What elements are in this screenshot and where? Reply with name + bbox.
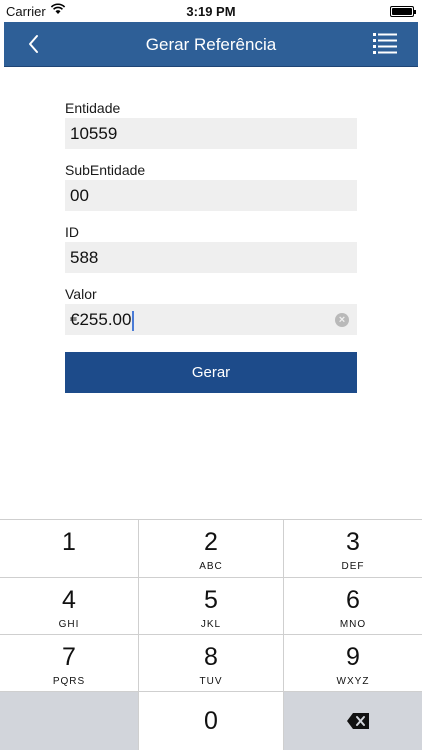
key-letters: PQRS — [52, 676, 86, 687]
entidade-label: Entidade — [65, 100, 121, 116]
subentidade-label: SubEntidade — [65, 162, 146, 178]
key-4[interactable]: 4 GHI — [0, 578, 139, 635]
key-digit: 1 — [62, 528, 76, 556]
text-cursor — [132, 310, 135, 331]
key-digit: 8 — [204, 643, 218, 671]
key-digit: 7 — [62, 643, 76, 671]
valor-value: €255.00 — [70, 310, 132, 329]
key-1[interactable]: 1 — [0, 520, 139, 578]
key-0[interactable]: 0 — [139, 692, 284, 750]
valor-label: Valor — [65, 286, 97, 302]
status-bar: Carrier 3:19 PM — [0, 0, 422, 22]
key-letters: ABC — [199, 561, 223, 572]
reference-form: Entidade 10559 SubEntidade 00 ID 588 Val… — [65, 98, 357, 346]
entidade-value: 10559 — [70, 124, 118, 143]
key-letters: GHI — [58, 619, 80, 630]
key-digit: 9 — [346, 643, 360, 671]
key-digit: 3 — [346, 528, 360, 556]
list-menu-icon — [373, 33, 397, 54]
key-7[interactable]: 7 PQRS — [0, 635, 139, 692]
id-label: ID — [65, 224, 79, 240]
navigation-bar: Gerar Referência — [4, 22, 418, 66]
subentidade-value: 00 — [70, 186, 89, 205]
key-letters: TUV — [199, 676, 223, 687]
entidade-input[interactable]: 10559 — [65, 118, 357, 149]
id-value: 588 — [70, 248, 99, 267]
battery-icon — [390, 6, 416, 17]
key-5[interactable]: 5 JKL — [139, 578, 284, 635]
key-3[interactable]: 3 DEF — [284, 520, 422, 578]
key-letters: DEF — [341, 561, 365, 572]
delete-key[interactable] — [284, 692, 422, 750]
key-letters: MNO — [339, 619, 367, 630]
key-8[interactable]: 8 TUV — [139, 635, 284, 692]
key-digit: 5 — [204, 586, 218, 614]
key-digit: 0 — [204, 707, 218, 735]
id-input[interactable]: 588 — [65, 242, 357, 273]
clear-icon[interactable]: × — [335, 313, 349, 327]
key-blank — [0, 692, 139, 750]
key-digit: 4 — [62, 586, 76, 614]
subentidade-input[interactable]: 00 — [65, 180, 357, 211]
gerar-button[interactable]: Gerar — [65, 352, 357, 393]
key-2[interactable]: 2 ABC — [139, 520, 284, 578]
key-9[interactable]: 9 WXYZ — [284, 635, 422, 692]
valor-input[interactable]: €255.00 × — [65, 304, 357, 335]
status-time: 3:19 PM — [186, 4, 236, 19]
key-letters: JKL — [200, 619, 222, 630]
backspace-icon — [346, 712, 370, 735]
key-6[interactable]: 6 MNO — [284, 578, 422, 635]
menu-button[interactable] — [372, 31, 398, 55]
page-title: Gerar Referência — [145, 35, 277, 54]
key-letters: WXYZ — [336, 676, 370, 687]
numeric-keypad: 1 2 ABC 3 DEF 4 GHI 5 JKL 6 MNO 7 PQRS 8… — [0, 519, 422, 750]
key-digit: 2 — [204, 528, 218, 556]
key-digit: 6 — [346, 586, 360, 614]
